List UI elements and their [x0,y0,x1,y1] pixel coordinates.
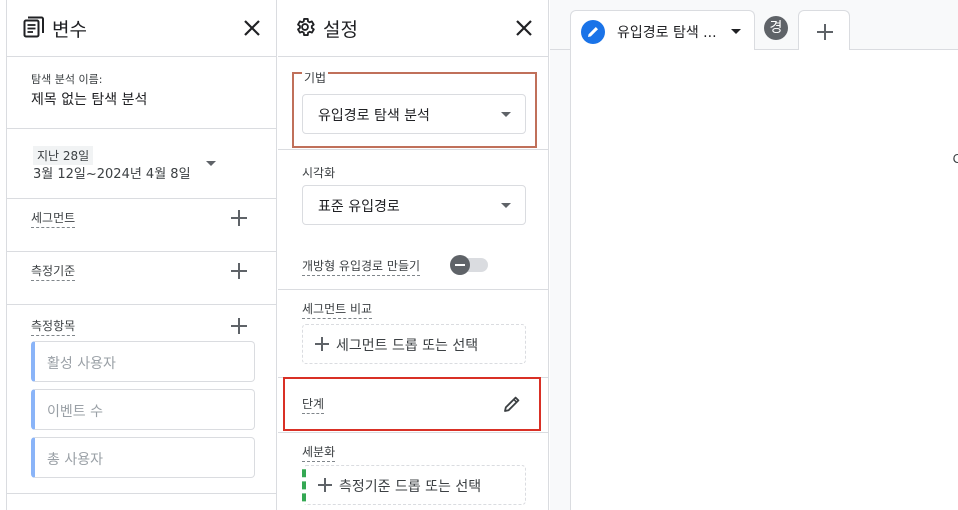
dimensions-section: 측정기준 [7,252,276,305]
close-icon[interactable] [242,18,262,38]
steps-section[interactable]: 단계 [283,377,541,431]
breakdown-dropzone[interactable]: 측정기준 드롭 또는 선택 [302,465,526,505]
dimensions-label: 측정기준 [31,262,76,281]
add-dimension-icon[interactable] [231,263,247,279]
breakdown-dropzone-text: 측정기준 드롭 또는 선택 [339,479,482,495]
plus-icon [315,337,329,351]
settings-panel-header: 설정 [278,0,548,57]
segment-dropzone-text: 세그먼트 드롭 또는 선택 [336,338,479,354]
segment-dropzone[interactable]: 세그먼트 드롭 또는 선택 [302,324,526,364]
chevron-down-icon [501,203,511,208]
edit-pencil-icon[interactable] [503,395,521,413]
visualization-label: 시각화 [302,166,336,180]
edit-pencil-icon [581,20,605,44]
canvas-clipped-text: C [952,151,958,166]
metric-chip[interactable]: 이벤트 수 [31,389,255,430]
add-tab-button[interactable] [798,10,850,50]
tab-funnel-exploration[interactable]: 유입경로 탐색 ... [570,10,755,50]
open-funnel-toggle[interactable] [450,255,488,275]
chevron-down-icon [206,161,216,166]
segments-label: 세그먼트 [31,209,76,228]
tab-label: 유입경로 탐색 ... [617,25,717,41]
exploration-name-label: 탐색 분석 이름: [31,73,103,86]
metric-chip[interactable]: 총 사용자 [31,437,255,478]
metrics-label: 측정항목 [31,317,76,336]
visualization-select[interactable]: 표준 유입경로 [302,185,526,225]
add-segment-icon[interactable] [231,210,247,226]
variables-panel-title: 변수 [52,19,87,41]
plus-icon [318,478,332,492]
open-funnel-row: 개방형 유입경로 만들기 [302,249,532,281]
add-metric-icon[interactable] [231,318,247,334]
avatar[interactable]: 경 [764,16,788,40]
segment-comparison-label: 세그먼트 비교 [302,300,373,319]
settings-panel: 설정 기법 유입경로 탐색 분석 시각화 표준 유입경로 개방형 유입경로 만들… [278,0,549,510]
segments-section: 세그먼트 [7,199,276,252]
chevron-down-icon [501,112,511,117]
steps-label: 단계 [302,395,325,414]
variables-panel-header: 변수 [7,0,276,57]
exploration-name-value[interactable]: 제목 없는 탐색 분석 [31,89,147,109]
chevron-down-icon[interactable] [731,29,741,34]
toggle-knob [450,255,470,275]
gear-icon [297,18,315,36]
metrics-section: 측정항목 활성 사용자 이벤트 수 총 사용자 [7,305,276,494]
technique-select[interactable]: 유입경로 탐색 분석 [302,94,526,134]
date-range-selector[interactable]: 지난 28일 3월 12일~2024년 4월 8일 [7,129,276,199]
visualization-select-value: 표준 유입경로 [318,199,400,215]
main-canvas-area: 유입경로 탐색 ... 경 C [550,0,958,510]
metric-chip[interactable]: 활성 사용자 [31,341,255,382]
settings-panel-title: 설정 [323,19,358,41]
tab-bar: 유입경로 탐색 ... 경 [550,0,958,50]
technique-select-value: 유입경로 탐색 분석 [318,108,430,124]
technique-section: 기법 유입경로 탐색 분석 [278,57,548,150]
technique-label: 기법 [302,69,329,86]
breakdown-section: 세분화 측정기준 드롭 또는 선택 [278,432,548,510]
plus-icon [817,24,833,40]
variables-list-icon [23,16,44,38]
variables-panel: 변수 탐색 분석 이름: 제목 없는 탐색 분석 지난 28일 3월 12일~2… [6,0,277,510]
segment-comparison-section: 세그먼트 비교 세그먼트 드롭 또는 선택 [278,290,548,378]
breakdown-label: 세분화 [302,443,336,462]
exploration-name-section[interactable]: 탐색 분석 이름: 제목 없는 탐색 분석 [7,57,276,129]
exploration-canvas: C [570,50,958,510]
visualization-section: 시각화 표준 유입경로 개방형 유입경로 만들기 [278,150,548,290]
open-funnel-label: 개방형 유입경로 만들기 [302,257,421,276]
date-range-value: 3월 12일~2024년 4월 8일 [33,167,191,182]
close-icon[interactable] [514,18,534,38]
